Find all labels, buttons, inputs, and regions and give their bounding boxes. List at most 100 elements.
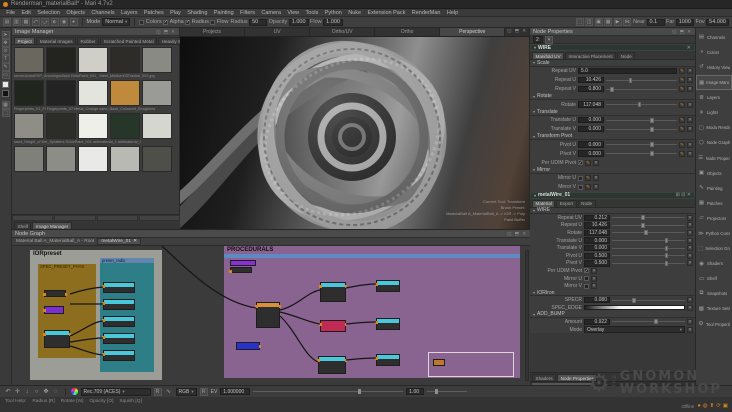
slider-handle[interactable]	[654, 319, 658, 325]
edit-icon[interactable]: ✎	[585, 159, 591, 166]
paint-toggle[interactable]: Radius	[185, 19, 209, 25]
color-management-icon[interactable]	[70, 388, 78, 395]
viewport-tab[interactable]: Perspective	[440, 28, 506, 36]
view-toolbar-icon[interactable]: ▣	[594, 18, 603, 26]
palette-dock-item[interactable]: ≣ Layers	[696, 90, 732, 105]
property-value-field[interactable]: 0.500	[584, 252, 610, 260]
menu-item[interactable]: Extension Pack	[364, 10, 408, 16]
dock-tab[interactable]: Shaders	[532, 374, 557, 381]
property-checkbox[interactable]	[578, 184, 583, 190]
view-toolbar-icon[interactable]: ◫	[585, 18, 594, 26]
property-slider[interactable]	[612, 319, 685, 325]
property-tab[interactable]: Interactive Placement	[565, 52, 617, 59]
texture-thumbnail[interactable]	[14, 80, 44, 106]
footer-tool-icon[interactable]: ✥	[42, 388, 50, 396]
filter-input[interactable]: 2	[533, 36, 543, 43]
channel-select[interactable]: RGB ▾	[175, 387, 197, 396]
background-color-swatch[interactable]	[2, 90, 9, 97]
toolbar-icon[interactable]: ◉	[60, 18, 68, 26]
reset-icon[interactable]: ✕	[687, 77, 693, 83]
graph-node[interactable]	[102, 299, 135, 310]
reset-icon[interactable]: ✕	[593, 175, 599, 181]
wire-section-header[interactable]: ▾ WIRE ✕	[530, 44, 695, 51]
graph-scrollbar[interactable]	[525, 250, 529, 381]
reset-icon[interactable]: ✕	[687, 237, 693, 244]
toolbar-icon[interactable]: ▦	[22, 18, 30, 26]
property-checkbox[interactable]	[584, 276, 589, 282]
palette-dock-item[interactable]: ▢ Modo Render	[696, 121, 732, 136]
slider-handle[interactable]	[610, 86, 614, 92]
property-value-field[interactable]: 0.000	[578, 116, 604, 124]
palette-dock-item[interactable]: ▱ Projectors	[696, 211, 732, 226]
graph-tab[interactable]: metalWire_01 ✕	[97, 238, 142, 245]
texture-thumbnail[interactable]	[46, 113, 76, 139]
reset-icon[interactable]: ✕	[687, 150, 693, 157]
edit-icon[interactable]: ✎	[679, 126, 685, 132]
edit-icon[interactable]: ✎	[679, 86, 685, 92]
reset-icon[interactable]: ✕	[687, 141, 693, 148]
histogram-icon[interactable]: ∿	[165, 388, 173, 396]
field-input[interactable]: 1.000	[323, 18, 343, 26]
field-input[interactable]: 0.1	[646, 18, 665, 26]
tool-icon[interactable]: ✥	[1, 39, 10, 47]
property-checkbox[interactable]	[578, 175, 583, 181]
gradient-bar[interactable]	[584, 305, 685, 311]
property-value-field[interactable]: 0.500	[584, 260, 610, 267]
checkbox-icon[interactable]	[139, 19, 145, 25]
property-value-field[interactable]: 0.922	[584, 318, 610, 326]
reset-icon[interactable]: ✕	[593, 159, 599, 166]
collapse-triangle-icon[interactable]: ▾	[534, 193, 536, 198]
render-canvas[interactable]: Current Tool: Transform Brush Preset: Mate…	[180, 37, 529, 229]
property-slider[interactable]	[606, 102, 677, 108]
property-checkbox[interactable]	[584, 268, 589, 274]
graph-node[interactable]	[43, 290, 67, 297]
property-slider[interactable]	[612, 245, 685, 251]
field-input[interactable]: 54.000	[706, 18, 729, 26]
graph-node[interactable]	[102, 282, 135, 293]
edit-icon[interactable]: ✎	[679, 117, 685, 123]
panel-control-icons[interactable]: ◱ ⬒ ✕	[507, 231, 527, 237]
graph-node[interactable]	[236, 342, 261, 350]
property-value-field[interactable]: 0.000	[578, 125, 604, 133]
palette-dock-item[interactable]: ▦ Patches	[696, 196, 732, 211]
breadcrumb[interactable]: Material Ball A_MaterialBall_A - Root	[16, 239, 94, 244]
property-value-field[interactable]: 5.0	[578, 67, 677, 75]
reset-icon[interactable]: ✕	[593, 184, 599, 190]
paint-toggle[interactable]: Flow	[210, 19, 229, 25]
footer-tool-icon[interactable]: ↓	[23, 388, 31, 396]
slider-handle[interactable]	[650, 151, 654, 156]
edit-icon[interactable]: ✎	[679, 150, 685, 157]
menu-item[interactable]: Shading	[184, 10, 211, 16]
slider-handle[interactable]	[664, 253, 669, 259]
reset-button[interactable]: R	[199, 387, 208, 396]
edit-icon[interactable]: ✎	[679, 77, 685, 83]
image-set-tab[interactable]: Rubber	[77, 37, 100, 44]
slider-handle[interactable]	[650, 117, 654, 123]
slider-handle[interactable]	[650, 142, 654, 147]
texture-thumbnail[interactable]	[142, 146, 172, 172]
reset-icon[interactable]: ✕	[687, 245, 693, 252]
viewport-tab[interactable]: Ortho/UV	[310, 28, 376, 36]
view-toolbar-icon[interactable]: ▶	[613, 18, 622, 26]
property-tab[interactable]: Node	[577, 199, 596, 207]
property-slider[interactable]	[612, 222, 685, 228]
texture-thumbnail[interactable]	[142, 80, 172, 106]
paint-toggle[interactable]: Colors	[139, 19, 162, 25]
graph-node[interactable]	[317, 356, 347, 374]
menu-item[interactable]: Python	[322, 10, 346, 16]
property-slider[interactable]	[606, 142, 677, 148]
graph-node[interactable]	[102, 333, 135, 344]
menu-item[interactable]: Objects	[63, 10, 88, 16]
slider-handle[interactable]	[644, 230, 648, 236]
menu-item[interactable]: Camera	[258, 10, 284, 16]
reset-icon[interactable]: ✕	[687, 101, 693, 108]
viewport-tab[interactable]: UV	[245, 28, 311, 36]
tool-icon[interactable]: ▭	[1, 71, 10, 79]
graph-node[interactable]	[319, 320, 347, 332]
palette-dock-item[interactable]: ◑ Colors	[696, 45, 732, 60]
property-slider[interactable]	[612, 297, 685, 303]
graph-node[interactable]	[229, 267, 252, 273]
menu-item[interactable]: Patches	[141, 10, 167, 16]
panel-control-icons[interactable]: ◱ ⬒ ✕	[156, 29, 176, 35]
reset-icon[interactable]: ✕	[687, 86, 693, 92]
